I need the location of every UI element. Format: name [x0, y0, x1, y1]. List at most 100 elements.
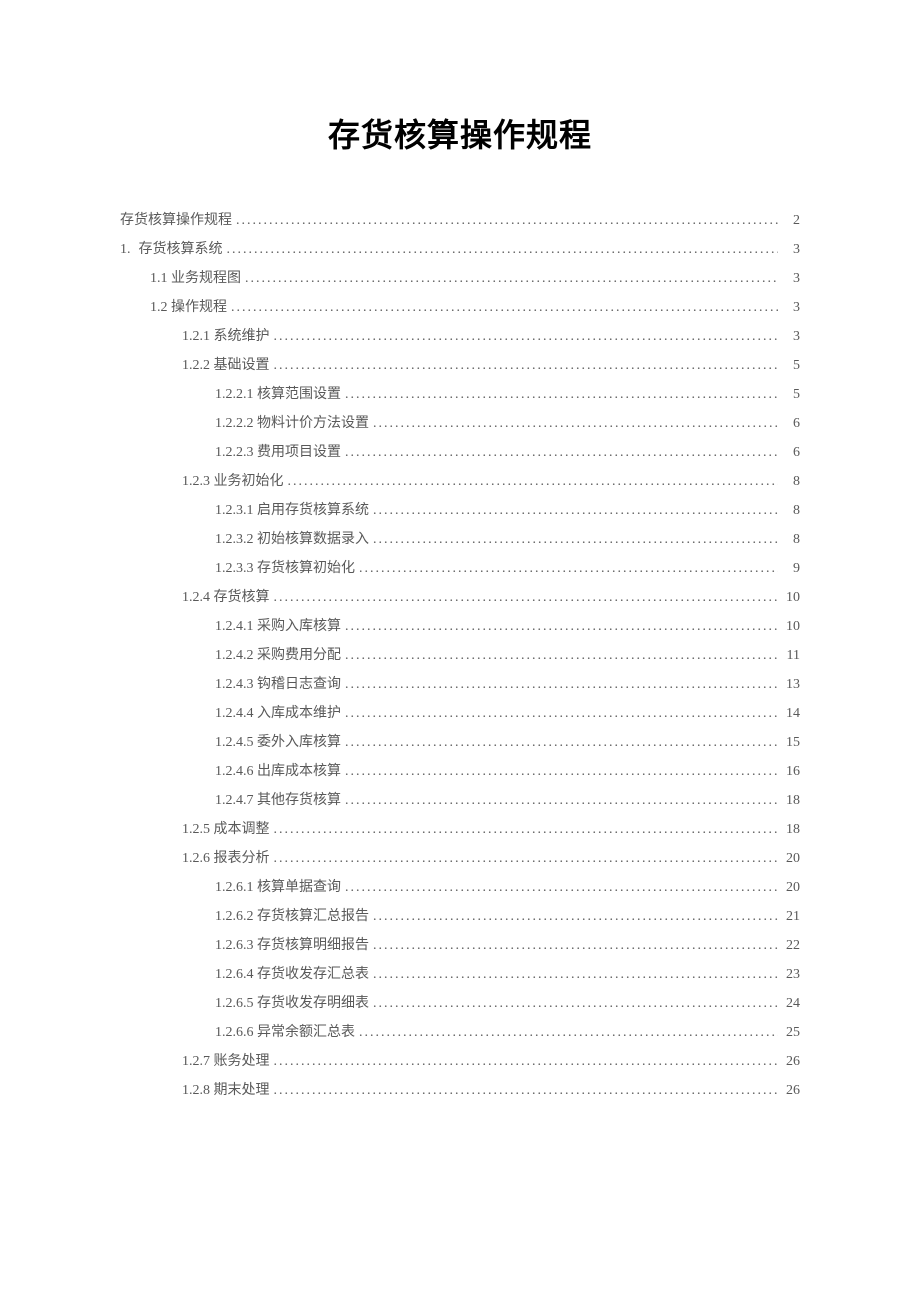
toc-leader-dots: [345, 786, 778, 815]
toc-entry-page: 3: [782, 264, 800, 293]
toc-entry[interactable]: 1.2.2.2 物料计价方法设置6: [120, 409, 800, 438]
toc-entry-label: 1.2.3.1 启用存货核算系统: [215, 496, 369, 525]
toc-entry-label: 存货核算操作规程: [120, 206, 232, 235]
toc-entry[interactable]: 1.2.1 系统维护 3: [120, 322, 800, 351]
toc-entry[interactable]: 1.2.6.5 存货收发存明细表 24: [120, 989, 800, 1018]
toc-entry-label: 1.2.5 成本调整: [182, 815, 270, 844]
toc-entry-page: 8: [782, 525, 800, 554]
toc-entry-label: 1.2.4.3 钩稽日志查询: [215, 670, 341, 699]
toc-entry-label: 1.2.6.5 存货收发存明细表: [215, 989, 369, 1018]
toc-leader-dots: [345, 757, 778, 786]
toc-entry[interactable]: 1.存货核算系统3: [120, 235, 800, 264]
toc-entry[interactable]: 1.2.3.1 启用存货核算系统8: [120, 496, 800, 525]
toc-entry[interactable]: 1.2.4.4 入库成本维护 14: [120, 699, 800, 728]
toc-entry-page: 14: [782, 699, 800, 728]
toc-entry[interactable]: 存货核算操作规程2: [120, 206, 800, 235]
toc-entry[interactable]: 1.2.8 期末处理 26: [120, 1076, 800, 1105]
toc-entry-label: 1.2.4.4 入库成本维护: [215, 699, 341, 728]
toc-entry-label: 1.2.6.1 核算单据查询: [215, 873, 341, 902]
toc-leader-dots: [345, 641, 778, 670]
toc-entry-label: 1.2.6 报表分析: [182, 844, 270, 873]
toc-entry-label: 1.2.6.2 存货核算汇总报告: [215, 902, 369, 931]
toc-entry[interactable]: 1.2.4.7 其他存货核算18: [120, 786, 800, 815]
toc-leader-dots: [373, 960, 778, 989]
toc-entry[interactable]: 1.2.7 账务处理26: [120, 1047, 800, 1076]
toc-entry-page: 13: [782, 670, 800, 699]
toc-entry-label: 1.2.6.6 异常余额汇总表: [215, 1018, 355, 1047]
toc-entry-label: 1.2.3.2 初始核算数据录入: [215, 525, 369, 554]
toc-leader-dots: [345, 873, 778, 902]
toc-entry-page: 9: [782, 554, 800, 583]
toc-entry[interactable]: 1.2.4.3 钩稽日志查询 13: [120, 670, 800, 699]
toc-entry-page: 26: [782, 1076, 800, 1105]
toc-entry-label: 1.2.4 存货核算: [182, 583, 270, 612]
toc-entry[interactable]: 1.2 操作规程 3: [120, 293, 800, 322]
toc-leader-dots: [274, 1076, 779, 1105]
toc-entry-page: 3: [782, 293, 800, 322]
toc-leader-dots: [345, 612, 778, 641]
toc-entry-page: 18: [782, 786, 800, 815]
toc-entry[interactable]: 1.2.2.3 费用项目设置 6: [120, 438, 800, 467]
toc-entry-page: 3: [782, 322, 800, 351]
toc-entry[interactable]: 1.2.4 存货核算10: [120, 583, 800, 612]
toc-entry[interactable]: 1.2.4.1 采购入库核算10: [120, 612, 800, 641]
toc-entry[interactable]: 1.2.6.3 存货核算明细报告 22: [120, 931, 800, 960]
toc-entry-label: 1.2.8 期末处理: [182, 1076, 270, 1105]
toc-entry-page: 24: [782, 989, 800, 1018]
toc-entry[interactable]: 1.2.6.4 存货收发存汇总表23: [120, 960, 800, 989]
toc-entry[interactable]: 1.2.2 基础设置 5: [120, 351, 800, 380]
toc-entry-page: 20: [782, 873, 800, 902]
toc-leader-dots: [274, 322, 779, 351]
toc-entry[interactable]: 1.2.4.6 出库成本核算 16: [120, 757, 800, 786]
toc-entry-label: 1.2.2.3 费用项目设置: [215, 438, 341, 467]
toc-entry-label: 1.2.4.5 委外入库核算: [215, 728, 341, 757]
table-of-contents: 存货核算操作规程21.存货核算系统31.1 业务规程图31.2 操作规程31.2…: [120, 206, 800, 1105]
toc-entry-page: 25: [782, 1018, 800, 1047]
toc-entry-page: 18: [782, 815, 800, 844]
toc-entry-label: 1.2.2 基础设置: [182, 351, 270, 380]
toc-entry[interactable]: 1.2.6 报表分析 20: [120, 844, 800, 873]
toc-leader-dots: [288, 467, 779, 496]
toc-entry[interactable]: 1.2.6.1 核算单据查询 20: [120, 873, 800, 902]
toc-entry[interactable]: 1.2.3.2 初始核算数据录入 8: [120, 525, 800, 554]
toc-entry[interactable]: 1.2.3.3 存货核算初始化 9: [120, 554, 800, 583]
toc-entry[interactable]: 1.2.6.2 存货核算汇总报告21: [120, 902, 800, 931]
toc-entry[interactable]: 1.2.2.1 核算范围设置5: [120, 380, 800, 409]
toc-leader-dots: [274, 844, 779, 873]
toc-entry[interactable]: 1.2.6.6 异常余额汇总表 25: [120, 1018, 800, 1047]
document-title: 存货核算操作规程: [120, 110, 800, 156]
toc-leader-dots: [359, 554, 778, 583]
toc-entry-page: 20: [782, 844, 800, 873]
toc-entry-label: 1.2.3.3 存货核算初始化: [215, 554, 355, 583]
toc-entry-label: 1.2.1 系统维护: [182, 322, 270, 351]
toc-entry-label: 1.2.6.4 存货收发存汇总表: [215, 960, 369, 989]
toc-entry-label: 1.2 操作规程: [150, 293, 227, 322]
toc-entry-label: 1.2.4.6 出库成本核算: [215, 757, 341, 786]
toc-leader-dots: [373, 496, 778, 525]
toc-leader-dots: [274, 1047, 779, 1076]
toc-entry[interactable]: 1.2.5 成本调整 18: [120, 815, 800, 844]
toc-leader-dots: [373, 409, 778, 438]
toc-leader-dots: [274, 815, 779, 844]
toc-entry-page: 11: [782, 641, 800, 670]
toc-leader-dots: [345, 699, 778, 728]
toc-entry-page: 5: [782, 380, 800, 409]
toc-entry[interactable]: 1.2.4.5 委外入库核算 15: [120, 728, 800, 757]
toc-entry-page: 6: [782, 438, 800, 467]
toc-leader-dots: [274, 583, 779, 612]
toc-entry-label: 1.2.2.2 物料计价方法设置: [215, 409, 369, 438]
toc-entry[interactable]: 1.2.4.2 采购费用分配 11: [120, 641, 800, 670]
toc-entry-page: 5: [782, 351, 800, 380]
toc-entry[interactable]: 1.2.3 业务初始化8: [120, 467, 800, 496]
toc-entry-page: 22: [782, 931, 800, 960]
toc-entry[interactable]: 1.1 业务规程图 3: [120, 264, 800, 293]
toc-entry-page: 15: [782, 728, 800, 757]
toc-leader-dots: [359, 1018, 778, 1047]
toc-entry-label: 1.1 业务规程图: [150, 264, 241, 293]
toc-entry-label: 1.2.6.3 存货核算明细报告: [215, 931, 369, 960]
toc-entry-label: 1.2.4.1 采购入库核算: [215, 612, 341, 641]
toc-leader-dots: [345, 380, 778, 409]
toc-entry-label: 1.2.4.2 采购费用分配: [215, 641, 341, 670]
toc-entry-page: 16: [782, 757, 800, 786]
toc-entry-label: 存货核算系统: [139, 235, 223, 264]
